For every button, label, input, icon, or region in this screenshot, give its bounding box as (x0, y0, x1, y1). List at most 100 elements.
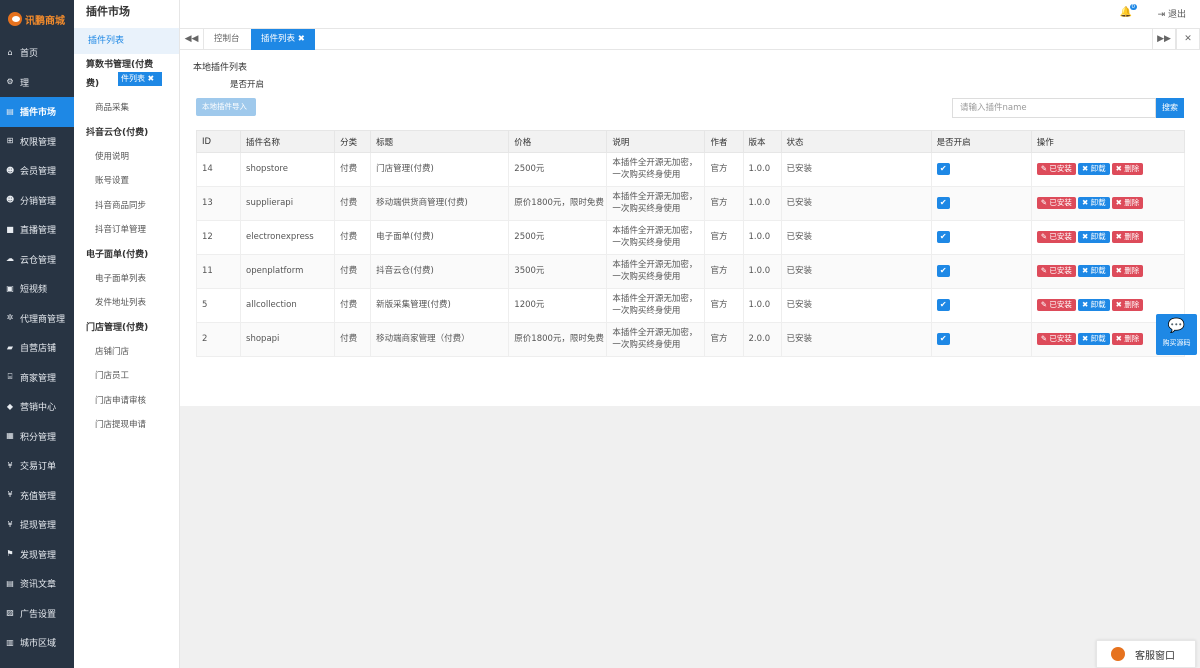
cloud-icon: ☁ (6, 254, 14, 264)
sidebar-item[interactable]: ✲ 代理商管理 (0, 304, 74, 334)
cell-type: 付费 (334, 220, 372, 255)
notification-bell-icon[interactable]: 🔔 0 (1120, 4, 1137, 18)
sidebar-item[interactable]: ▤ 插件市场 (0, 97, 74, 127)
sidebar-item[interactable]: ☁ 云仓管理 (0, 245, 74, 275)
sidebar-item[interactable]: ▥ 城市区域 (0, 628, 74, 658)
enabled-checkbox[interactable]: ✔ (936, 197, 950, 210)
uninstall-button[interactable]: ✖ 卸载 (1077, 163, 1110, 176)
subnav-link[interactable]: 门店申请审核 (74, 389, 179, 414)
sidebar-item[interactable]: ⌂ 首页 (0, 38, 74, 68)
installed-button[interactable]: ✎ 已安装 (1036, 231, 1076, 244)
sidebar-item[interactable]: ☻ 分销管理 (0, 186, 74, 216)
sidebar-item[interactable]: ▤ 资讯文章 (0, 569, 74, 599)
delete-button[interactable]: ✖ 删除 (1111, 231, 1144, 244)
plugin-table: ID 插件名称 分类 标题 价格 说明 作者 版本 状态 是否开启 操作 14 shopstore 付费… (195, 130, 1186, 357)
delete-button[interactable]: ✖ 删除 (1111, 299, 1144, 312)
table-header-cell: 分类 (334, 130, 372, 153)
subnav-link[interactable]: 抖音商品同步 (74, 194, 179, 219)
tab-scroll-right-icon[interactable]: ▶▶ (1152, 29, 1176, 50)
installed-button[interactable]: ✎ 已安装 (1036, 163, 1076, 176)
chat-bubble-icon: 💬 (1167, 318, 1186, 334)
subnav-link[interactable]: 门店提现申请 (74, 413, 179, 438)
cell-title: 移动端商家管理（付费） (370, 322, 510, 357)
sidebar-item[interactable]: ▨ 广告设置 (0, 599, 74, 629)
uninstall-button[interactable]: ✖ 卸载 (1077, 299, 1110, 312)
cell-title: 门店管理(付费) (370, 152, 510, 187)
subnav-item-plugin-list[interactable]: 插件列表 (74, 28, 179, 54)
tab-scroll-left-icon[interactable]: ◀◀ (180, 29, 204, 50)
cell-id: 5 (195, 288, 242, 323)
sidebar-item[interactable]: ⚑ 发现管理 (0, 540, 74, 570)
delete-button[interactable]: ✖ 删除 (1111, 197, 1144, 210)
enabled-checkbox[interactable]: ✔ (936, 333, 950, 346)
cell-id: 13 (195, 186, 242, 221)
subnav-link[interactable]: 商品采集 (74, 96, 179, 121)
cell-desc: 本插件全开源无加密， 一次购买终身使用 (606, 186, 706, 221)
sidebar-item[interactable]: ⚙ 理 (0, 68, 74, 98)
sidebar-item[interactable]: ¥ 提现管理 (0, 510, 74, 540)
logout-icon: ⇥ (1157, 10, 1168, 20)
logout-link[interactable]: ⇥ 退出 (1158, 7, 1186, 20)
calculator-icon: ▦ (6, 431, 14, 441)
sidebar-item[interactable]: ⊞ 权限管理 (0, 127, 74, 157)
uninstall-button[interactable]: ✖ 卸载 (1077, 333, 1110, 346)
cell-title: 移动端供货商管理(付费) (370, 186, 510, 221)
cell-price: 1200元 (508, 288, 608, 323)
subnav-link[interactable]: 使用说明 (74, 145, 179, 170)
customer-service-widget[interactable]: 客服窗口 (1096, 640, 1196, 668)
sidebar-item[interactable]: ◆ 营销中心 (0, 392, 74, 422)
buy-source-label: 购买源码 (1162, 339, 1191, 347)
panel-subtitle: 是否开启 (230, 80, 265, 90)
subnav-link[interactable]: 门店员工 (74, 364, 179, 389)
brand-logo[interactable]: 讯鹏商城 (0, 0, 74, 38)
cell-type: 付费 (334, 288, 372, 323)
sidebar-item[interactable]: ¥ 充值管理 (0, 481, 74, 511)
tab-dashboard[interactable]: 控制台 (204, 29, 250, 50)
close-tabs-icon[interactable]: ✕ (1176, 29, 1200, 50)
sidebar-item[interactable]: ¥ 交易订单 (0, 451, 74, 481)
subnav-link[interactable]: 抖音订单管理 (74, 218, 179, 243)
sidebar-item[interactable]: ☻ 会员管理 (0, 156, 74, 186)
enabled-checkbox[interactable]: ✔ (936, 231, 950, 244)
installed-button[interactable]: ✎ 已安装 (1036, 265, 1076, 278)
cell-desc: 本插件全开源无加密， 一次购买终身使用 (606, 322, 706, 357)
subnav-link[interactable]: 发件地址列表 (74, 291, 179, 316)
search-button[interactable]: 搜索 (1156, 98, 1184, 118)
installed-button[interactable]: ✎ 已安装 (1036, 333, 1076, 346)
cell-desc-line: 本插件全开源无加密， (612, 260, 698, 270)
cell-name: shopstore (240, 152, 336, 187)
logout-label: 退出 (1167, 10, 1186, 20)
enabled-checkbox[interactable]: ✔ (936, 163, 950, 176)
local-import-button[interactable]: 本地插件导入 (196, 98, 256, 116)
buy-source-widget[interactable]: 💬 购买源码 (1156, 314, 1197, 355)
delete-button[interactable]: ✖ 删除 (1111, 333, 1144, 346)
cell-price: 原价1800元，限时免费 (508, 186, 608, 221)
table-header-cell: 标题 (370, 130, 510, 153)
table-row: 5 allcollection 付费 新版采集管理(付费) 1200元 本插件全开源无加密… (195, 288, 1186, 323)
enabled-checkbox[interactable]: ✔ (936, 265, 950, 278)
tab-plugin-list[interactable]: 插件列表 ✖ (251, 29, 315, 50)
users-icon: ☻ (6, 195, 15, 205)
uninstall-button[interactable]: ✖ 卸载 (1077, 265, 1110, 278)
sidebar-item[interactable]: ■ 直播管理 (0, 215, 74, 245)
sidebar-item[interactable]: ▣ 短视频 (0, 274, 74, 304)
installed-button[interactable]: ✎ 已安装 (1036, 197, 1076, 210)
subnav-link[interactable]: 店铺门店 (74, 340, 179, 365)
plugin-search-input[interactable]: 请输入插件name (952, 98, 1156, 118)
delete-button[interactable]: ✖ 删除 (1111, 163, 1144, 176)
cell-desc-line: 一次购买终身使用 (612, 271, 681, 282)
sidebar-item-label: 商家管理 (20, 373, 57, 384)
cell-title: 新版采集管理(付费) (370, 288, 510, 323)
enabled-checkbox[interactable]: ✔ (936, 299, 950, 312)
sidebar-item[interactable]: ⌸ 商家管理 (0, 363, 74, 393)
uninstall-button[interactable]: ✖ 卸载 (1077, 197, 1110, 210)
subnav-link[interactable]: 电子面单列表 (74, 267, 179, 292)
page-tabbar: ◀◀ 控制台 插件列表 ✖ ▶▶ ✕ (180, 28, 1200, 50)
delete-button[interactable]: ✖ 删除 (1111, 265, 1144, 278)
uninstall-button[interactable]: ✖ 卸载 (1077, 231, 1110, 244)
sidebar-item[interactable]: ▰ 自营店铺 (0, 333, 74, 363)
installed-button[interactable]: ✎ 已安装 (1036, 299, 1076, 312)
subnav-link[interactable]: 账号设置 (74, 169, 179, 194)
sidebar-item[interactable]: ▦ 积分管理 (0, 422, 74, 452)
cell-name: allcollection (240, 288, 336, 323)
